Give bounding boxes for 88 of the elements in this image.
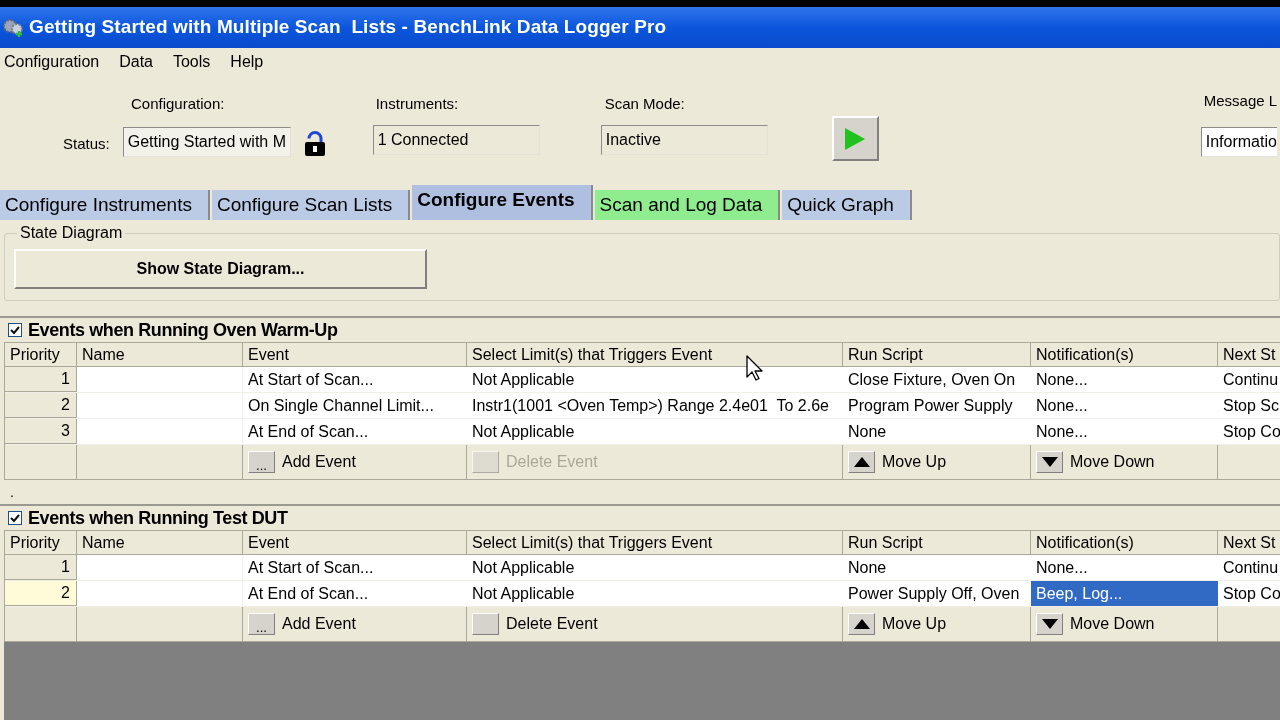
menu-item[interactable]: Help: [229, 50, 265, 74]
dot-text: .: [10, 485, 14, 499]
status-field: Getting Started with M: [122, 127, 291, 157]
table-cell-text: Stop Co: [1223, 583, 1280, 604]
move-down-button[interactable]: Move Down: [1036, 612, 1155, 636]
tab[interactable]: Configure Instruments: [0, 190, 210, 220]
priority-cell: 3: [5, 419, 77, 444]
table-cell-text: None...: [1035, 395, 1089, 416]
table-cell-text: Program Power Supply: [848, 395, 1013, 416]
menu-item[interactable]: Configuration: [3, 50, 101, 74]
table-cell-text: Continu: [1223, 557, 1279, 578]
scan-mode-field: Inactive: [600, 125, 768, 155]
column-header: Event: [248, 345, 289, 365]
add-event-button[interactable]: ... Add Event: [248, 612, 356, 636]
menu-item[interactable]: Tools: [171, 50, 212, 74]
table-cell-text: Not Applicable: [472, 583, 575, 604]
table-cell-text: Not Applicable: [472, 369, 575, 390]
configuration-label: Configuration:: [131, 94, 226, 114]
table-cell-text: On Single Channel Limit...: [248, 395, 434, 416]
column-header: Run Script: [848, 533, 923, 553]
window-title: Getting Started with Multiple Scan Lists - BenchLink Data Logger Pro: [29, 15, 667, 40]
table-cell-text: None...: [1035, 557, 1089, 578]
column-header: Event: [248, 533, 289, 553]
column-header: Select Limit(s) that Triggers Event: [472, 345, 713, 365]
gear-icon: [2, 16, 24, 39]
priority-cell: 2: [5, 581, 77, 606]
table-cell-text: At End of Scan...: [248, 583, 369, 604]
table-cell-text: None: [848, 557, 887, 578]
table-row[interactable]: 2 At End of Scan... Not Applicable Power Supply Off, Oven Beep, Log... Stop Co: [5, 581, 1280, 607]
mouse-pointer-icon: [746, 355, 764, 381]
group-title: Events when Running Oven Warm-Up: [28, 318, 338, 342]
instruments-label: Instruments:: [375, 94, 460, 114]
instruments-field: 1 Connected: [372, 125, 540, 155]
play-icon: [844, 126, 867, 151]
tab[interactable]: Scan and Log Data: [594, 190, 781, 220]
column-header: Select Limit(s) that Triggers Event: [472, 533, 713, 553]
table-cell-text: Continu: [1223, 369, 1279, 390]
table-row[interactable]: 1 At Start of Scan... Not Applicable Close Fixture, Oven On None... Continu: [5, 367, 1280, 393]
table-cell-text: Instr1(1001 <Oven Temp>) Range 2.4e01 To 2.6e: [472, 395, 829, 416]
status-label: Status:: [63, 133, 110, 154]
table-cell-text: At Start of Scan...: [248, 369, 374, 390]
message-level-dropdown[interactable]: Informatio: [1200, 127, 1277, 157]
table-cell-text: Not Applicable: [472, 557, 575, 578]
column-header: Priority: [10, 345, 60, 365]
table-cell-text: Stop Sc: [1223, 395, 1280, 416]
group-title: Events when Running Test DUT: [28, 506, 288, 530]
delete-event-button[interactable]: Delete Event: [472, 612, 598, 636]
table-row[interactable]: 3 At End of Scan... Not Applicable None None... Stop Co: [5, 419, 1280, 445]
column-header: Next St: [1223, 533, 1276, 553]
checkbox[interactable]: [8, 323, 22, 337]
table-cell-text: None: [848, 421, 887, 442]
menu-item[interactable]: Data: [118, 50, 154, 74]
table-cell-text: Not Applicable: [472, 421, 575, 442]
scan-mode-label: Scan Mode:: [604, 94, 686, 114]
table-cell-text: Close Fixture, Oven On: [848, 369, 1016, 390]
blank-key-icon: [472, 613, 499, 635]
play-button[interactable]: [831, 116, 879, 161]
column-header: Name: [82, 533, 125, 553]
move-down-button[interactable]: Move Down: [1036, 450, 1155, 474]
table-cell: Beep, Log...: [1031, 581, 1218, 606]
priority-cell: 1: [5, 367, 77, 392]
checkbox[interactable]: [8, 511, 22, 525]
column-header: Notification(s): [1036, 345, 1134, 365]
tab[interactable]: Quick Graph: [782, 190, 912, 220]
column-header: Priority: [10, 533, 60, 553]
column-header: Notification(s): [1036, 533, 1134, 553]
tab[interactable]: Configure Events: [412, 185, 593, 220]
column-header: Run Script: [848, 345, 923, 365]
blank-key-icon: [472, 451, 499, 473]
group-legend: State Diagram: [17, 221, 126, 245]
table-cell-text: Stop Co: [1223, 421, 1280, 442]
show-state-diagram-button[interactable]: Show State Diagram...: [14, 249, 427, 289]
table-row[interactable]: 1 At Start of Scan... Not Applicable None None... Continu: [5, 555, 1280, 581]
column-header: Name: [82, 345, 125, 365]
tab[interactable]: Configure Scan Lists: [211, 190, 411, 220]
table-cell-text: At End of Scan...: [248, 421, 369, 442]
table-cell-text: Power Supply Off, Oven: [848, 583, 1020, 604]
priority-cell: 1: [5, 555, 77, 580]
table-cell-text: At Start of Scan...: [248, 557, 374, 578]
move-up-button[interactable]: Move Up: [848, 612, 947, 636]
priority-cell: 2: [5, 393, 77, 418]
column-header: Next St: [1223, 345, 1276, 365]
add-event-button[interactable]: ... Add Event: [248, 450, 356, 474]
table-cell-text: None...: [1035, 369, 1089, 390]
message-level-label: Message L: [1203, 91, 1278, 111]
table-cell-text: None...: [1035, 421, 1089, 442]
table-row[interactable]: 2 On Single Channel Limit... Instr1(1001 <Oven Temp>) Range 2.4e01 To 2.6e Program Power Supply None... Stop Sc: [5, 393, 1280, 419]
move-up-button[interactable]: Move Up: [848, 450, 947, 474]
